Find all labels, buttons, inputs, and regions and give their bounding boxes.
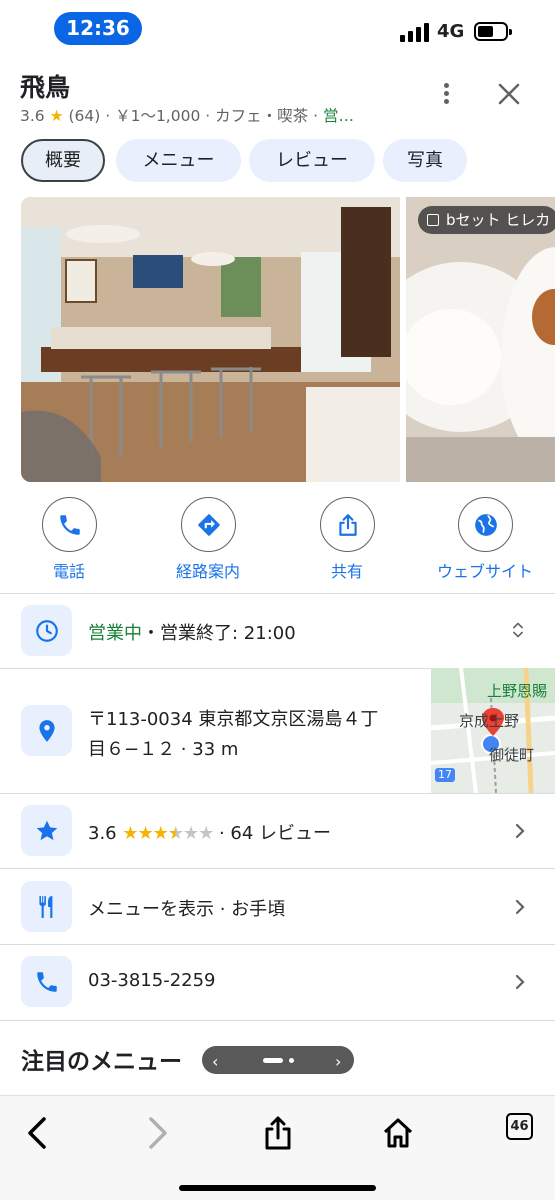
chevron-right-icon — [515, 899, 525, 915]
map-label-park: 上野恩賜 — [487, 682, 548, 700]
address-line-2: 目６−１２ · 33 m — [88, 739, 239, 760]
open-status-short: 営… — [322, 107, 354, 125]
divider — [0, 1020, 555, 1021]
menu-text: メニューを表示 · お手頃 — [88, 899, 286, 920]
call-button[interactable]: 電話 — [14, 497, 124, 582]
reviews-row[interactable]: 3.6 ★★★★★★ · 64 レビュー — [0, 794, 555, 868]
tab-photos[interactable]: 写真 — [383, 139, 467, 182]
directions-button[interactable]: 経路案内 — [153, 497, 263, 582]
location-pin-icon — [39, 720, 55, 742]
tab-count-button[interactable]: 46 — [506, 1113, 533, 1140]
globe-icon — [474, 514, 497, 536]
photo-icon — [427, 214, 439, 226]
status-bar: 12:36 4G — [0, 0, 555, 60]
map-label-okachimachi: 御徒町 — [489, 746, 535, 764]
hours-row[interactable]: 営業中・営業終了: 21:00 — [0, 594, 555, 668]
expand-collapse-icon[interactable] — [511, 621, 525, 639]
tab-menu[interactable]: メニュー — [116, 139, 241, 182]
photo-caption-tag: bセット ヒレカ — [418, 206, 555, 234]
signal-icon — [400, 22, 430, 42]
share-icon[interactable] — [258, 1113, 298, 1153]
map-label-station: 京成上野 — [459, 712, 520, 730]
chevron-right-icon — [515, 974, 525, 990]
map-route-number: 17 — [438, 768, 452, 781]
category: カフェ・喫茶 — [215, 107, 309, 125]
rating-stars-icon: ★★★★★★ — [122, 823, 214, 844]
featured-menu-heading: 注目のメニュー — [21, 1049, 182, 1075]
carousel-control[interactable]: ‹ › — [202, 1046, 354, 1074]
review-summary: · 64 レビュー — [218, 823, 332, 844]
address-line-1: 〒113-0034 東京都文京区湯島４丁 — [88, 709, 379, 730]
closing-time: ・営業終了: 21:00 — [142, 623, 296, 644]
chevron-right-icon — [515, 823, 525, 839]
close-icon[interactable] — [494, 79, 524, 109]
status-time: 12:36 — [54, 12, 142, 45]
directions-icon — [197, 514, 220, 536]
review-count: (64) — [68, 107, 101, 125]
forward-icon[interactable] — [137, 1113, 177, 1153]
phone-icon — [59, 515, 80, 535]
food-photo[interactable]: bセット ヒレカ — [406, 197, 555, 482]
restaurant-icon — [39, 896, 53, 918]
share-icon — [338, 514, 357, 536]
home-indicator — [179, 1185, 376, 1191]
more-options-icon[interactable] — [434, 80, 458, 110]
phone-number: 03-3815-2259 — [88, 970, 216, 991]
review-rating: 3.6 — [88, 823, 117, 844]
tab-reviews[interactable]: レビュー — [249, 139, 375, 182]
place-meta: 3.6 ★ (64) · ￥1〜1,000 · カフェ・喫茶 · 営… — [20, 107, 354, 125]
chevron-left-icon[interactable]: ‹ — [212, 1052, 218, 1071]
phone-icon — [37, 972, 57, 992]
star-icon — [36, 820, 58, 841]
network-type: 4G — [437, 21, 465, 42]
phone-row[interactable]: 03-3815-2259 — [0, 945, 555, 1020]
price-range: ￥1〜1,000 — [115, 107, 201, 125]
place-title: 飛鳥 — [20, 73, 71, 102]
star-icon: ★ — [49, 107, 64, 125]
action-row: 電話 経路案内 共有 ウェブサイト — [0, 497, 555, 587]
clock-icon — [36, 620, 58, 642]
tab-overview[interactable]: 概要 — [21, 139, 105, 182]
share-button[interactable]: 共有 — [292, 497, 402, 582]
open-now-label: 営業中 — [88, 623, 142, 644]
home-icon[interactable] — [378, 1113, 418, 1153]
menu-row[interactable]: メニューを表示 · お手頃 — [0, 869, 555, 944]
cafe-interior-photo[interactable] — [21, 197, 400, 482]
website-button[interactable]: ウェブサイト — [430, 497, 540, 582]
back-icon[interactable] — [18, 1113, 58, 1153]
battery-icon — [474, 22, 512, 41]
chevron-right-icon[interactable]: › — [335, 1052, 341, 1071]
rating-value: 3.6 — [20, 107, 45, 125]
map-thumbnail[interactable]: 上野恩賜 京成上野 御徒町 17 — [431, 668, 555, 793]
